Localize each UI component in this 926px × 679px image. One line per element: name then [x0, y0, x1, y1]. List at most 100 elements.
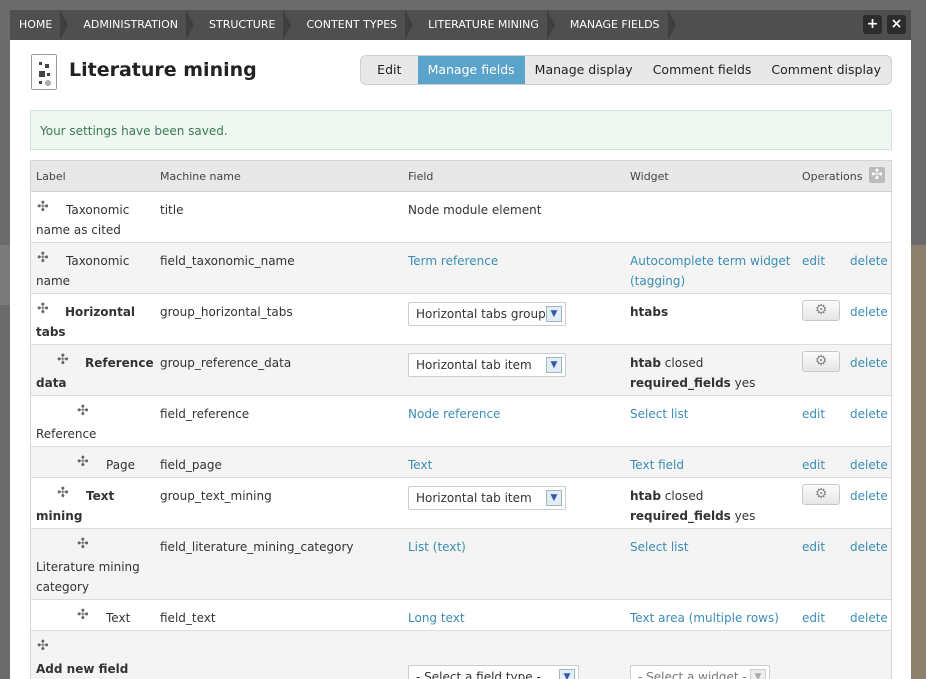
row-machine-name: field_taxonomic_name	[160, 254, 295, 268]
row-machine-name: group_reference_data	[160, 356, 292, 370]
table-row: ✣ Taxonomic name as cited title Node mod…	[31, 192, 891, 243]
row-field-link[interactable]: Text	[408, 455, 432, 475]
drag-handle-icon[interactable]: ✣	[57, 486, 71, 500]
row-widget-link[interactable]: Select list	[630, 537, 688, 557]
delete-link[interactable]: delete	[850, 353, 888, 373]
drag-handle-icon[interactable]: ✣	[37, 302, 51, 316]
row-label: Literature mining	[36, 560, 140, 574]
breadcrumb-home[interactable]: HOME	[10, 10, 74, 40]
group-format-select[interactable]: Horizontal tab item ▼	[408, 486, 566, 510]
drag-handle-icon[interactable]: ✣	[77, 608, 91, 622]
header-operations: Operations	[802, 170, 863, 183]
content-type-icon	[31, 54, 57, 90]
tab-manage-display[interactable]: Manage display	[525, 56, 643, 84]
row-field-link[interactable]: Term reference	[408, 251, 498, 271]
row-machine-name: field_page	[160, 458, 222, 472]
delete-link[interactable]: delete	[850, 455, 888, 475]
edit-link[interactable]: edit	[802, 404, 825, 424]
tab-comment-display[interactable]: Comment display	[761, 56, 891, 84]
row-widget-link[interactable]: Autocomplete term widget	[630, 251, 791, 271]
edit-link[interactable]: edit	[802, 251, 825, 271]
overlay-toolbar: HOME ADMINISTRATION STRUCTURE CONTENT TY…	[10, 10, 911, 40]
settings-gear-button[interactable]: ⚙	[802, 484, 840, 505]
delete-link[interactable]: delete	[850, 486, 888, 506]
close-overlay-button[interactable]: ×	[887, 15, 906, 34]
delete-link[interactable]: delete	[850, 302, 888, 322]
delete-link[interactable]: delete	[850, 251, 888, 271]
field-type-select[interactable]: - Select a field type - ▼	[408, 665, 579, 679]
drag-handle-icon[interactable]: ✣	[57, 353, 71, 367]
backdrop-image-strip	[911, 245, 926, 679]
header-widget: Widget	[630, 170, 669, 183]
drag-handle-icon[interactable]: ✣	[77, 455, 91, 469]
add-shortcut-button[interactable]: +	[863, 15, 882, 34]
breadcrumb-administration[interactable]: ADMINISTRATION	[74, 10, 200, 40]
table-row: ✣ Taxonomic name field_taxonomic_name Te…	[31, 243, 891, 294]
header-machine-name: Machine name	[160, 170, 241, 183]
tab-edit[interactable]: Edit	[361, 56, 418, 84]
edit-link[interactable]: edit	[802, 455, 825, 475]
row-machine-name: group_horizontal_tabs	[160, 305, 293, 319]
chevron-down-icon: ▼	[546, 306, 562, 322]
drag-handle-icon[interactable]: ✣	[77, 404, 91, 418]
row-label: Page	[106, 458, 136, 472]
breadcrumb-structure[interactable]: STRUCTURE	[200, 10, 297, 40]
drag-handle-icon[interactable]: ✣	[37, 251, 51, 265]
settings-gear-button[interactable]: ⚙	[802, 300, 840, 321]
tab-manage-fields[interactable]: Manage fields	[417, 56, 525, 84]
row-widget-summary: htabs	[630, 305, 669, 319]
drag-handle-icon[interactable]: ✣	[37, 639, 51, 653]
row-widget-link-cont[interactable]: (tagging)	[630, 271, 685, 291]
show-row-weights-icon[interactable]: ✣	[869, 167, 885, 183]
widget-select[interactable]: - Select a widget - ▼	[630, 665, 770, 679]
breadcrumb-manage-fields[interactable]: MANAGE FIELDS	[561, 10, 682, 40]
row-label-cont: mining	[36, 509, 83, 523]
table-row: ✣ Horizontal tabs group_horizontal_tabs …	[31, 294, 891, 345]
table-row: ✣ Literature mining category field_liter…	[31, 529, 891, 600]
row-label-cont: name	[36, 274, 71, 288]
add-new-field-row: ✣ Add new field - Select a field type - …	[31, 631, 891, 679]
row-widget-link[interactable]: Text area (multiple rows)	[630, 608, 779, 628]
field-type-select-value: - Select a field type -	[416, 670, 541, 679]
header-label: Label	[36, 170, 66, 183]
row-field-link[interactable]: List (text)	[408, 537, 466, 557]
row-label-cont: name as cited	[36, 223, 121, 237]
page-title: Literature mining	[69, 59, 257, 81]
row-label-cont: tabs	[36, 325, 66, 339]
breadcrumb-literature-mining[interactable]: LITERATURE MINING	[419, 10, 561, 40]
add-new-field-label: Add new field	[36, 662, 129, 676]
drag-handle-icon[interactable]: ✣	[77, 537, 91, 551]
delete-link[interactable]: delete	[850, 537, 888, 557]
header-field: Field	[408, 170, 434, 183]
local-tabs: Edit Manage fields Manage display Commen…	[360, 55, 892, 85]
row-label: Text	[86, 489, 115, 503]
edit-link[interactable]: edit	[802, 608, 825, 628]
row-label: Text	[106, 611, 131, 625]
row-widget-link[interactable]: Text field	[630, 455, 684, 475]
row-field-link[interactable]: Long text	[408, 608, 465, 628]
table-row: ✣ Page field_page Text Text field edit d…	[31, 447, 891, 478]
chevron-down-icon: ▼	[559, 669, 575, 679]
row-widget-link[interactable]: Select list	[630, 404, 688, 424]
tab-comment-fields[interactable]: Comment fields	[643, 56, 762, 84]
widget-select-value: - Select a widget -	[638, 670, 747, 679]
row-label-cont: data	[36, 376, 67, 390]
breadcrumb-content-types[interactable]: CONTENT TYPES	[297, 10, 419, 40]
group-format-select-value: Horizontal tabs group	[416, 307, 546, 321]
row-machine-name: title	[160, 203, 184, 217]
edit-link[interactable]: edit	[802, 537, 825, 557]
fields-table: Label Machine name Field Widget Operatio…	[30, 160, 892, 679]
group-format-select[interactable]: Horizontal tab item ▼	[408, 353, 566, 377]
chevron-down-icon: ▼	[750, 669, 766, 679]
table-row: ✣ Text mining group_text_mining Horizont…	[31, 478, 891, 529]
group-format-select[interactable]: Horizontal tabs group ▼	[408, 302, 566, 326]
delete-link[interactable]: delete	[850, 404, 888, 424]
row-field-link[interactable]: Node reference	[408, 404, 500, 424]
table-row: ✣ Reference data group_reference_data Ho…	[31, 345, 891, 396]
row-machine-name: field_reference	[160, 407, 250, 421]
row-label: Taxonomic	[66, 254, 130, 268]
delete-link[interactable]: delete	[850, 608, 888, 628]
drag-handle-icon[interactable]: ✣	[37, 200, 51, 214]
settings-gear-button[interactable]: ⚙	[802, 351, 840, 372]
group-format-select-value: Horizontal tab item	[416, 491, 532, 505]
